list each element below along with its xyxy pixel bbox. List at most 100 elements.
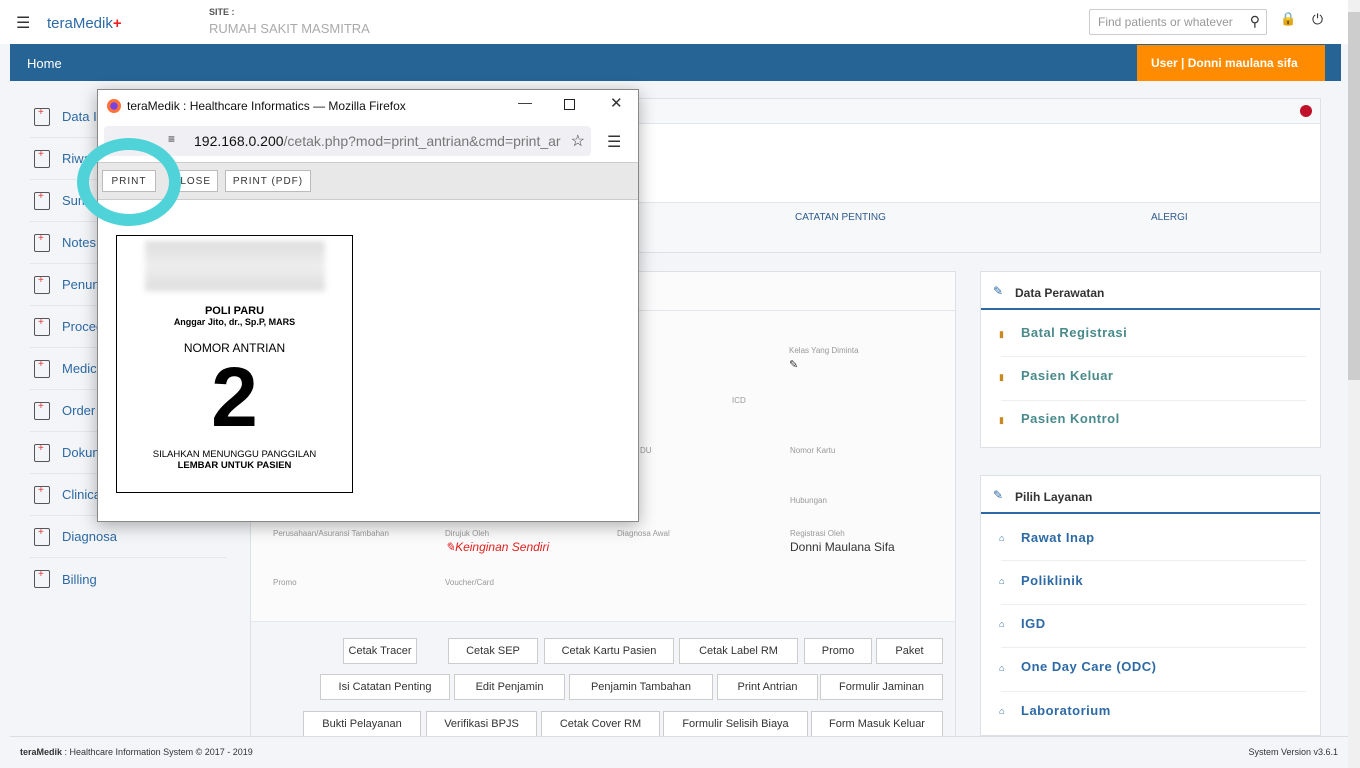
field-label: Voucher/Card <box>445 578 494 587</box>
paket-button[interactable]: Paket <box>876 638 943 664</box>
penjamin-tambahan-button[interactable]: Penjamin Tambahan <box>569 674 713 700</box>
wait-message: SILAHKAN MENUNGGU PANGGILAN <box>152 449 317 460</box>
top-bar: ☰ teraMedik+ SITE : RUMAH SAKIT MASMITRA… <box>0 0 1348 44</box>
queue-number: 2 <box>211 350 258 444</box>
pasien-kontrol-link[interactable]: Pasien Kontrol <box>1021 411 1120 426</box>
microscope-icon <box>34 275 50 294</box>
field-label: Perusahaan/Asuransi Tambahan <box>273 529 389 538</box>
footer: teraMedik : Healthcare Information Syste… <box>10 736 1348 768</box>
document-icon <box>34 527 50 546</box>
collapse-icon[interactable] <box>1300 105 1312 117</box>
sidebar-item-label: Diagnosa <box>62 529 117 544</box>
copyright: teraMedik : Healthcare Information Syste… <box>20 747 253 757</box>
poliklinik-link[interactable]: Poliklinik <box>1021 573 1083 588</box>
cetak-label-rm-button[interactable]: Cetak Label RM <box>679 638 798 664</box>
field-label: Nomor Kartu <box>790 446 836 455</box>
verifikasi-bpjs-button[interactable]: Verifikasi BPJS <box>426 711 537 737</box>
field-label: Dirujuk Oleh <box>445 529 490 538</box>
sidebar-item-label: Billing <box>62 571 97 587</box>
edit-icon: ✎ <box>993 284 1004 298</box>
search-icon[interactable]: ⚲ <box>1250 13 1260 30</box>
rawat-inap-link[interactable]: Rawat Inap <box>1021 530 1095 545</box>
laboratorium-link[interactable]: Laboratorium <box>1021 703 1111 718</box>
edit-icon[interactable]: ✎ <box>789 358 798 371</box>
sidebar-item-label: Order <box>62 403 96 418</box>
document-icon <box>34 107 50 126</box>
stethoscope-icon <box>34 317 50 336</box>
document-icon <box>34 443 50 462</box>
sidebar-item[interactable]: Billing <box>30 558 226 600</box>
site-label: SITE : <box>209 7 235 17</box>
scrollbar[interactable] <box>1348 0 1360 768</box>
poli-name: POLI PARU <box>204 305 265 317</box>
cetak-tracer-button[interactable]: Cetak Tracer <box>343 638 417 664</box>
print-pdf-button[interactable]: PRINT (PDF) <box>225 170 311 192</box>
clipboard-icon <box>34 233 50 252</box>
bookmark-star-icon[interactable]: ☆ <box>570 131 585 151</box>
batal-registrasi-link[interactable]: Batal Registrasi <box>1021 325 1127 340</box>
data-perawatan-panel: ✎ Data Perawatan ▮ Batal Registrasi ▮ Pasi… <box>980 271 1321 448</box>
odc-link[interactable]: One Day Care (ODC) <box>1021 659 1156 674</box>
form-masuk-keluar-button[interactable]: Form Masuk Keluar <box>811 711 943 737</box>
print-antrian-button[interactable]: Print Antrian <box>717 674 818 700</box>
field-label: Hubungan <box>790 496 827 505</box>
registrasi-value: Donni Maulana Sifa <box>790 540 895 554</box>
sidebar-item-label: Clinica <box>62 487 102 502</box>
dirujuk-value[interactable]: ✎Keinginan Sendiri <box>445 540 549 554</box>
home-icon: ⌂ <box>999 706 1005 716</box>
home-icon: ⌂ <box>999 619 1005 629</box>
logo: teraMedik+ <box>47 15 122 32</box>
power-icon[interactable]: ⏻ <box>1312 11 1323 28</box>
cetak-sep-button[interactable]: Cetak SEP <box>448 638 538 664</box>
user-badge[interactable]: User | Donni maulana sifa <box>1137 45 1325 81</box>
patient-copy-label: LEMBAR UNTUK PASIEN <box>177 460 292 471</box>
isi-catatan-penting-button[interactable]: Isi Catatan Penting <box>320 674 450 700</box>
window-title: teraMedik : Healthcare Informatics — Moz… <box>127 99 406 113</box>
panel-title: Data Perawatan <box>1015 286 1105 300</box>
sidebar-item-label: Penun <box>62 277 100 292</box>
edit-penjamin-button[interactable]: Edit Penjamin <box>454 674 565 700</box>
doctor-name: Anggar Jito, dr., Sp.P, MARS <box>173 317 296 327</box>
system-version: System Version v3.6.1 <box>1248 747 1338 757</box>
catatan-penting-label: CATATAN PENTING <box>795 212 886 223</box>
home-icon: ⌂ <box>999 533 1005 543</box>
billing-icon <box>34 569 50 588</box>
lock-icon[interactable]: 🔒 <box>1280 11 1296 27</box>
url-bar[interactable]: ≡ 192.168.0.200/cetak.php?mod=print_antr… <box>104 126 591 156</box>
home-icon: ⌂ <box>999 576 1005 586</box>
field-label: DU <box>640 446 652 455</box>
pasien-keluar-link[interactable]: Pasien Keluar <box>1021 368 1114 383</box>
cetak-kartu-pasien-button[interactable]: Cetak Kartu Pasien <box>544 638 674 664</box>
formulir-selisih-biaya-button[interactable]: Formulir Selisih Biaya <box>663 711 808 737</box>
highlight-ring <box>77 138 181 226</box>
nav-home[interactable]: Home <box>27 56 62 71</box>
firefox-popup-window: teraMedik : Healthcare Informatics — Moz… <box>97 89 639 522</box>
close-window-button[interactable]: ✕ <box>610 94 623 112</box>
search-input[interactable]: Find patients or whatever ⚲ <box>1089 9 1267 35</box>
bukti-pelayanan-button[interactable]: Bukti Pelayanan <box>303 711 421 737</box>
book-icon: ▮ <box>999 372 1004 382</box>
minimize-button[interactable]: — <box>518 94 532 110</box>
field-label: Diagnosa Awal <box>617 529 670 538</box>
promo-button[interactable]: Promo <box>804 638 872 664</box>
formulir-jaminan-button[interactable]: Formulir Jaminan <box>820 674 943 700</box>
site-info-icon[interactable]: ≡ <box>168 132 175 146</box>
app-menu-icon[interactable]: ☰ <box>607 132 621 152</box>
igd-link[interactable]: IGD <box>1021 616 1046 631</box>
menu-icon[interactable]: ☰ <box>16 13 30 33</box>
sidebar-item-label: Notes <box>62 235 96 250</box>
maximize-button[interactable] <box>564 99 575 110</box>
edit-icon: ✎ <box>993 488 1004 502</box>
panel-title: Pilih Layanan <box>1015 490 1093 504</box>
book-icon: ▮ <box>999 329 1004 339</box>
field-label: Promo <box>273 578 297 587</box>
home-icon: ⌂ <box>999 663 1005 673</box>
field-label: Registrasi Oleh <box>790 529 845 538</box>
medical-kit-icon <box>34 359 50 378</box>
alergi-label: ALERGI <box>1151 212 1188 223</box>
chart-icon <box>34 191 50 210</box>
sidebar-item[interactable]: Diagnosa <box>30 516 226 558</box>
cetak-cover-rm-button[interactable]: Cetak Cover RM <box>541 711 660 737</box>
pilih-layanan-panel: ✎ Pilih Layanan ⌂ Rawat Inap ⌂ Poliklinik … <box>980 475 1321 736</box>
document-icon <box>34 149 50 168</box>
